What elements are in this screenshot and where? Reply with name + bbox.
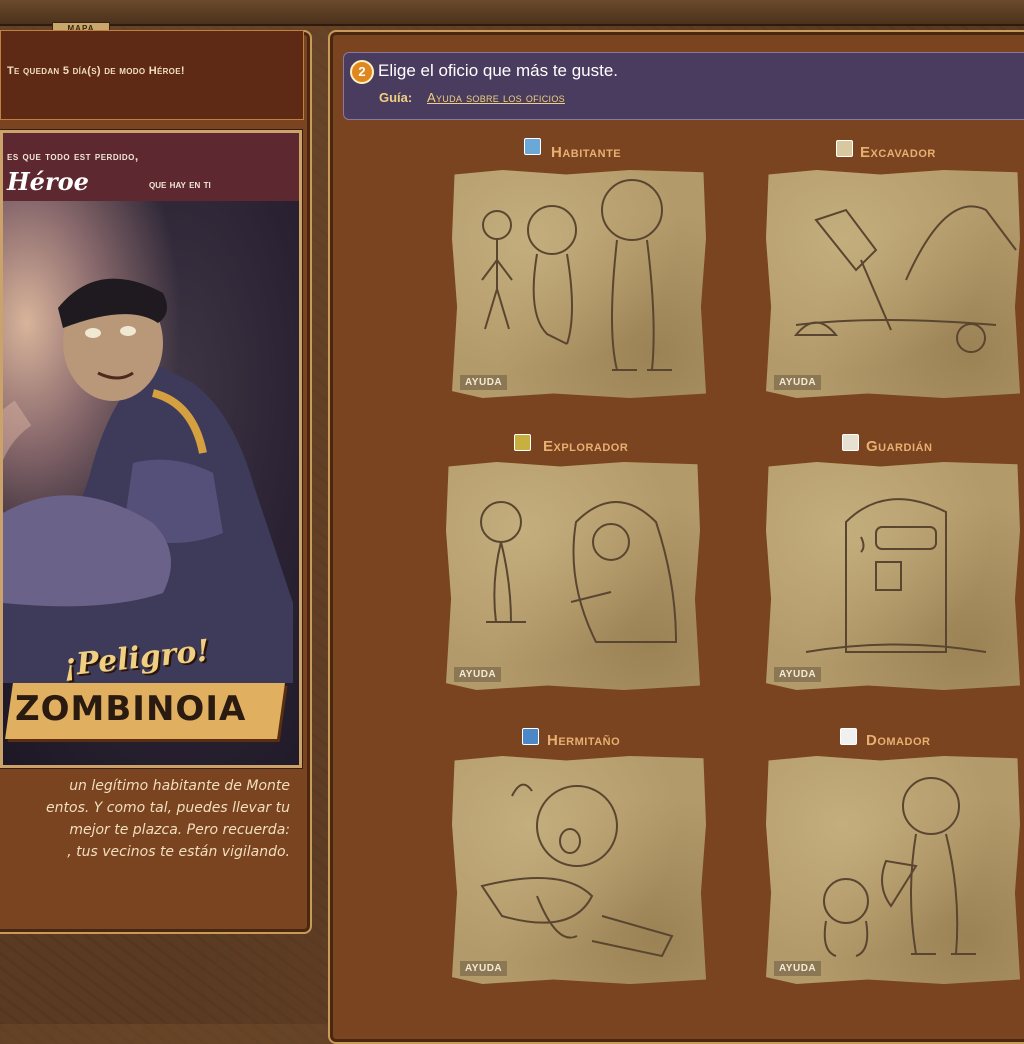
job-title-explorador[interactable]: Explorador (543, 438, 628, 455)
intro-line: entos. Y como tal, puedes llevar tu (46, 800, 290, 816)
help-button[interactable]: AYUDA (774, 667, 822, 682)
citizen-icon (524, 138, 541, 155)
guardian-illustration (805, 498, 987, 653)
domador-illustration (823, 777, 976, 957)
top-bar (0, 0, 1024, 26)
help-button[interactable]: AYUDA (460, 375, 508, 390)
job-card-habitante[interactable]: AYUDA (452, 170, 706, 398)
job-card-domador[interactable]: AYUDA (766, 756, 1020, 984)
job-title-hermitano[interactable]: Hermitaño (547, 732, 620, 749)
help-button[interactable]: AYUDA (454, 667, 502, 682)
guide-label: Guía: (379, 90, 413, 105)
job-title-guardian[interactable]: Guardián (866, 438, 932, 455)
hermit-icon (522, 728, 539, 745)
intro-line: , tus vecinos te están vigilando. (67, 844, 290, 860)
step-number-badge: 2 (350, 60, 374, 84)
habitante-illustration (481, 179, 672, 371)
zombinoia-poster: es que todo est perdido, Héroe que hay e… (0, 130, 302, 768)
poster-tagline-1: es que todo est perdido, (7, 149, 139, 163)
shovel-icon (836, 140, 853, 157)
help-button[interactable]: AYUDA (460, 961, 508, 976)
job-title-domador[interactable]: Domador (866, 732, 930, 749)
intro-line: mejor te plazca. Pero recuerda: (69, 822, 290, 838)
poster-frightened-man-illustration (3, 278, 293, 683)
dog-icon (840, 728, 857, 745)
intro-line: un legítimo habitante de Monte (69, 778, 290, 794)
hero-mode-notice: Te quedan 5 día(s) de modo Héroe! (0, 30, 304, 120)
explorer-hood-icon (514, 434, 531, 451)
poster-tagline-2: que hay en ti (149, 177, 211, 191)
intro-text: un legítimo habitante de Monte entos. Y … (0, 775, 290, 863)
hermitano-illustration (480, 783, 674, 958)
shield-icon (842, 434, 859, 451)
explorador-illustration (480, 501, 678, 643)
help-button[interactable]: AYUDA (774, 961, 822, 976)
job-card-guardian[interactable]: AYUDA (766, 462, 1020, 690)
poster-heroe-word: Héroe (7, 167, 89, 196)
prompt-text: Elige el oficio que más te guste. (378, 61, 619, 80)
job-card-hermitano[interactable]: AYUDA (452, 756, 706, 984)
job-title-habitante[interactable]: Habitante (551, 144, 621, 161)
guide-link[interactable]: Ayuda sobre los oficios (427, 90, 565, 105)
job-card-excavador[interactable]: AYUDA (766, 170, 1020, 398)
job-card-explorador[interactable]: AYUDA (446, 462, 700, 690)
job-title-excavador[interactable]: Excavador (860, 144, 936, 161)
hero-notice-text: Te quedan 5 día(s) de modo Héroe! (7, 65, 185, 77)
help-button[interactable]: AYUDA (774, 375, 822, 390)
poster-title: ZOMBINOIA (15, 689, 247, 729)
excavador-illustration (793, 205, 1017, 353)
